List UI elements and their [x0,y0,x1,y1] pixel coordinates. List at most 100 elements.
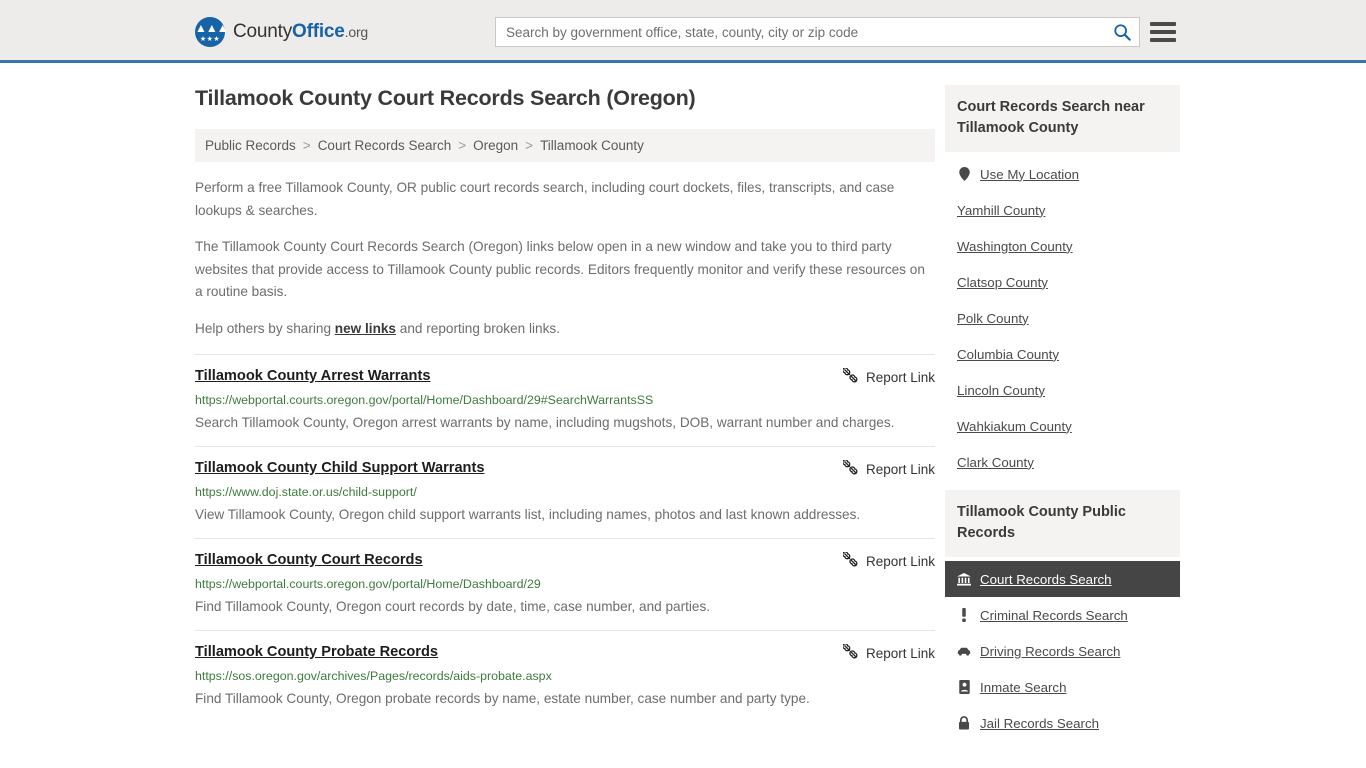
breadcrumb-item-0[interactable]: Public Records [205,138,296,153]
report-link-button[interactable]: Report Link [823,551,935,570]
intro-text-after: and reporting broken links. [396,320,560,336]
breadcrumb-item-3: Tillamook County [540,138,644,153]
nearby-search-box: Court Records Search near Tillamook Coun… [945,85,1180,480]
sidebar-item-label: Criminal Records Search [980,607,1128,623]
breadcrumb-item-2[interactable]: Oregon [473,138,518,153]
result-item: Tillamook County Court Records Report Lin… [195,538,935,630]
brand-part-two: Office [292,21,345,42]
intro-text-before: Help others by sharing [195,320,335,336]
results-list: Tillamook County Arrest Warrants Report L… [195,354,935,722]
breadcrumb-separator: > [302,138,311,153]
brand-tld: .org [344,24,369,40]
sidebar-item-label: Yamhill County [957,202,1046,218]
result-header: Tillamook County Court Records Report Lin… [195,551,935,570]
sidebar-item-wahkiakum-county[interactable]: Wahkiakum County [945,408,1180,444]
broken-link-icon [842,459,858,478]
report-link-label: Report Link [865,645,935,661]
intro-paragraph-1: Perform a free Tillamook County, OR publ… [195,180,895,218]
sidebar-item-washington-county[interactable]: Washington County [945,228,1180,264]
sidebar-item-label: Polk County [957,310,1029,326]
result-title-link[interactable]: Tillamook County Court Records [195,551,423,570]
menu-bar-1 [1150,22,1176,26]
sidebar-item-label: Columbia County [957,346,1059,362]
brand-part-one: County [233,21,293,42]
sidebar-item-yamhill-county[interactable]: Yamhill County [945,192,1180,228]
result-description: View Tillamook County, Oregon child supp… [195,507,861,522]
result-title-link[interactable]: Tillamook County Child Support Warrants [195,459,484,478]
result-item: Tillamook County Probate Records Report L… [195,630,935,722]
page-title: Tillamook County Court Records Search (O… [195,86,696,110]
broken-link-icon [842,551,858,570]
sidebar-item-inmate-search[interactable]: Inmate Search [945,669,1180,705]
nearby-county-list: Use My Location Yamhill County Washington … [945,152,1180,480]
search-icon[interactable] [1105,18,1139,46]
result-url: https://sos.oregon.gov/archives/Pages/re… [195,669,552,683]
report-link-label: Report Link [865,369,935,385]
sidebar-item-label: Inmate Search [980,679,1067,695]
sidebar-item-label: Driving Records Search [980,643,1121,659]
result-description: Find Tillamook County, Oregon court reco… [195,599,711,614]
sidebar-item-columbia-county[interactable]: Columbia County [945,336,1180,372]
sidebar-item-polk-county[interactable]: Polk County [945,300,1180,336]
sidebar-item-label: Clark County [957,454,1034,470]
sidebar-item-criminal-records-search[interactable]: Criminal Records Search [945,597,1180,633]
public-records-box: Tillamook County Public Records Court Re… [945,490,1180,741]
report-link-label: Report Link [865,461,935,477]
intro-paragraph-3: Help others by sharing new links and rep… [195,318,935,341]
car-icon [957,646,971,657]
sidebar-item-label: Court Records Search [980,571,1112,587]
page-body: Tillamook County Court Records Search (O… [0,63,1366,751]
id-card-icon [957,680,971,694]
result-item: Tillamook County Child Support Warrants R… [195,446,935,538]
result-title-link[interactable]: Tillamook County Arrest Warrants [195,367,430,386]
result-description: Search Tillamook County, Oregon arrest w… [195,415,895,430]
main-column: Tillamook County Court Records Search (O… [195,85,935,751]
new-links-link[interactable]: new links [335,321,396,336]
brand-wordmark: CountyOffice.org [233,21,368,43]
result-header: Tillamook County Child Support Warrants R… [195,459,935,478]
breadcrumb-separator: > [458,138,467,153]
exclamation-icon [957,608,971,622]
eagle-seal-icon: ▲▲▲ ★★★ [195,17,229,47]
site-header: ▲▲▲ ★★★ CountyOffice.org [0,0,1366,63]
public-records-heading: Tillamook County Public Records [945,490,1180,557]
broken-link-icon [842,367,858,386]
sidebar-item-label: Lincoln County [957,382,1045,398]
result-description: Find Tillamook County, Oregon probate re… [195,691,810,706]
result-header: Tillamook County Arrest Warrants Report L… [195,367,935,386]
report-link-button[interactable]: Report Link [823,367,935,386]
result-header: Tillamook County Probate Records Report L… [195,643,935,662]
sidebar-item-clatsop-county[interactable]: Clatsop County [945,264,1180,300]
sidebar-item-label: Clatsop County [957,274,1048,290]
sidebar: Court Records Search near Tillamook Coun… [945,85,1180,751]
public-records-list: Court Records Search Criminal Records Sea… [945,557,1180,741]
lock-icon [957,716,971,730]
search-input[interactable] [496,18,1105,46]
result-url: https://webportal.courts.oregon.gov/port… [195,577,541,591]
sidebar-item-label: Washington County [957,238,1073,254]
result-url: https://webportal.courts.oregon.gov/port… [195,393,654,407]
hamburger-menu-icon[interactable] [1150,19,1176,45]
breadcrumb: Public Records > Court Records Search > … [195,129,935,162]
report-link-button[interactable]: Report Link [823,459,935,478]
breadcrumb-item-1[interactable]: Court Records Search [318,138,452,153]
map-pin-icon [957,167,971,181]
menu-bar-3 [1150,38,1176,42]
intro-paragraph-2: The Tillamook County Court Records Searc… [195,239,925,299]
report-link-label: Report Link [865,553,935,569]
sidebar-item-clark-county[interactable]: Clark County [945,444,1180,480]
sidebar-item-lincoln-county[interactable]: Lincoln County [945,372,1180,408]
result-item: Tillamook County Arrest Warrants Report L… [195,354,935,446]
sidebar-item-court-records-search[interactable]: Court Records Search [945,561,1180,597]
sidebar-item-use-my-location[interactable]: Use My Location [945,156,1180,192]
broken-link-icon [842,643,858,662]
result-title-link[interactable]: Tillamook County Probate Records [195,643,438,662]
sidebar-item-jail-records-search[interactable]: Jail Records Search [945,705,1180,741]
site-logo-link[interactable]: ▲▲▲ ★★★ CountyOffice.org [195,17,368,47]
sidebar-item-label: Jail Records Search [980,715,1099,731]
report-link-button[interactable]: Report Link [823,643,935,662]
result-url: https://www.doj.state.or.us/child-suppor… [195,485,417,499]
sidebar-item-label: Use My Location [980,166,1080,182]
search-bar [495,17,1140,47]
sidebar-item-driving-records-search[interactable]: Driving Records Search [945,633,1180,669]
